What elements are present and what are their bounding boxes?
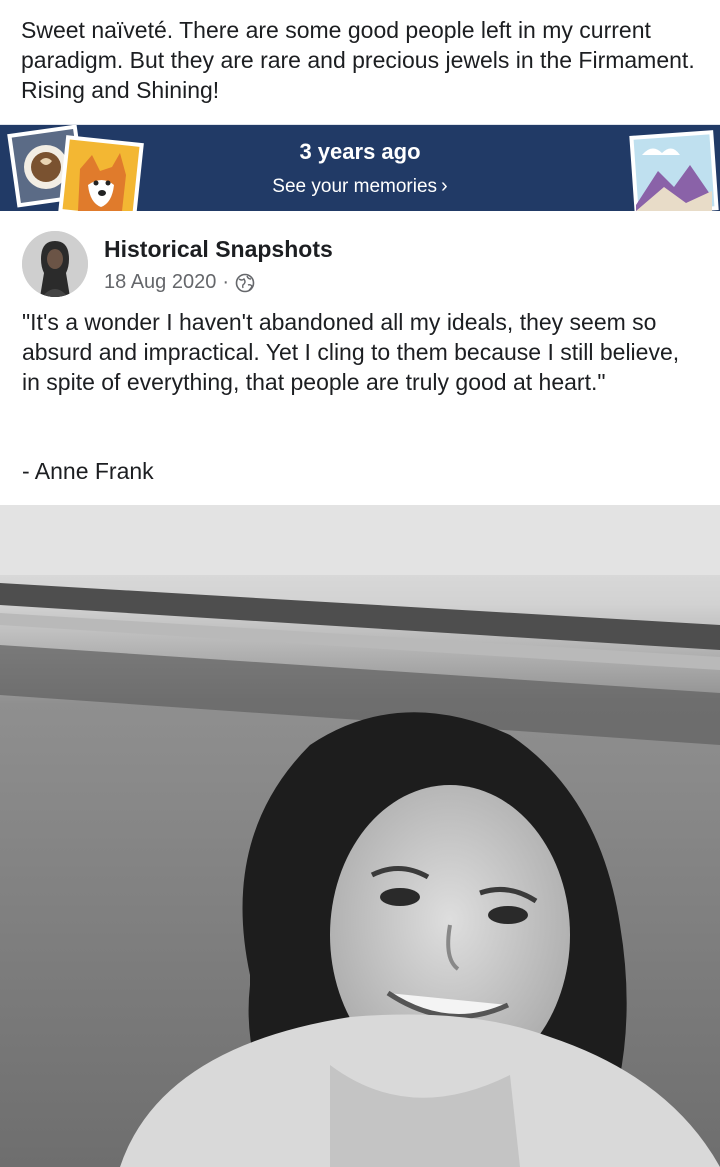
- avatar[interactable]: [22, 231, 88, 297]
- post-date[interactable]: 18 Aug 2020: [104, 271, 216, 294]
- post-author-name[interactable]: Historical Snapshots: [104, 236, 333, 263]
- portrait-photo-image: [0, 505, 720, 1167]
- see-memories-link[interactable]: See your memories ›: [0, 175, 720, 198]
- post-meta: 18 Aug 2020 ·: [104, 271, 255, 294]
- memories-banner[interactable]: 3 years ago See your memories ›: [0, 124, 720, 212]
- meta-separator: ·: [222, 271, 230, 293]
- chevron-right-icon: ›: [441, 175, 448, 197]
- memories-title: 3 years ago: [299, 139, 421, 164]
- portrait-avatar-icon: [22, 231, 88, 297]
- coffee-dog-art-icon: [7, 125, 144, 211]
- post-photo[interactable]: [0, 505, 720, 1167]
- mountain-photo-art-icon: [629, 130, 719, 211]
- see-memories-label: See your memories: [272, 176, 438, 197]
- memory-post: Historical Snapshots 18 Aug 2020 · "It's…: [0, 211, 720, 504]
- post-caption-text: Sweet naïveté. There are some good peopl…: [21, 17, 695, 103]
- globe-icon: [235, 273, 255, 292]
- post-attribution: - Anne Frank: [22, 458, 154, 484]
- post-quote-text: "It's a wonder I haven't abandoned all m…: [22, 309, 680, 395]
